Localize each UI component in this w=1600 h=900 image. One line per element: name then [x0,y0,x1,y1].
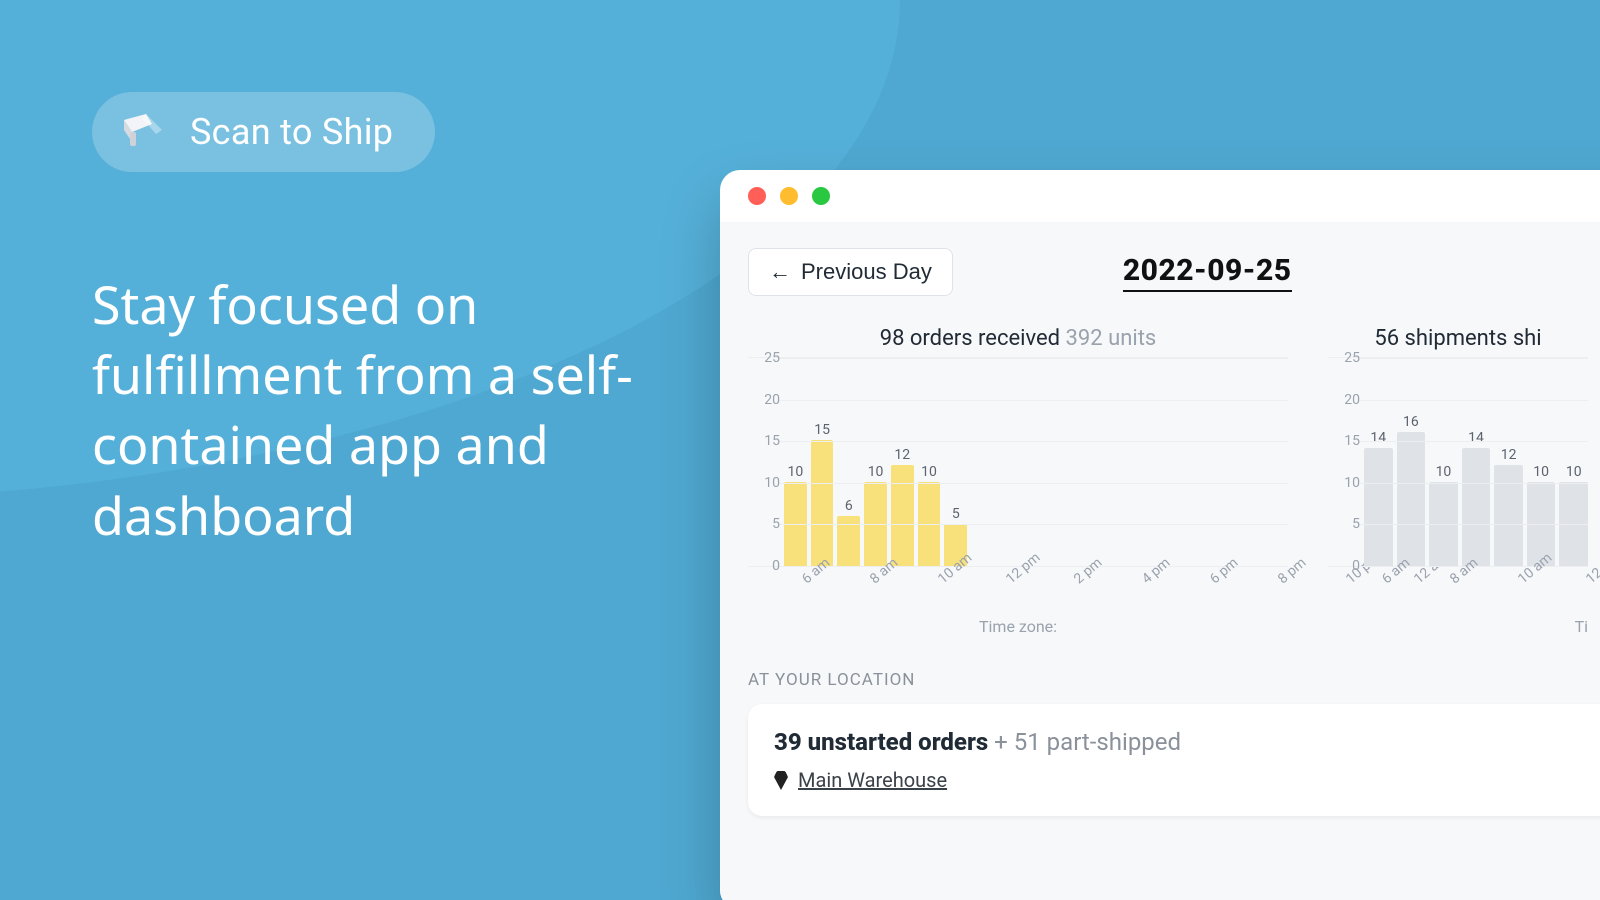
chart-bar: 16 [1397,414,1426,566]
chart-bar: 12 [1494,447,1523,566]
chart-bar: 14 [1462,430,1491,566]
marketing-headline: Stay focused on fulfillment from a self-… [92,270,652,551]
shipments-chart: 56 shipments shi 0510152025 141610141210… [1328,326,1588,636]
chart-bar: 15 [811,422,834,566]
chart-bar: 10 [918,464,941,566]
chart-bar: 12 [891,447,914,566]
chart-bar: 14 [1364,430,1393,566]
orders-chart-yaxis: 0510152025 [748,358,780,566]
close-icon[interactable] [748,187,766,205]
scanner-icon [118,110,162,154]
zoom-icon[interactable] [812,187,830,205]
chart-bar: 10 [784,464,807,566]
previous-day-button[interactable]: ← Previous Day [748,248,953,296]
shipments-chart-plot: 14161014121010 [1364,358,1588,566]
orders-chart-title: 98 orders received 392 units [748,326,1288,351]
unstarted-orders-line: 39 unstarted orders + 51 part-shipped [774,728,1600,756]
window-titlebar [720,170,1600,222]
location-card: 39 unstarted orders + 51 part-shipped Ma… [748,704,1600,816]
shipments-chart-title: 56 shipments shi [1328,326,1588,351]
orders-chart-xaxis: 6 am8 am10 am12 pm2 pm4 pm6 pm8 pm10 pm1… [784,567,1288,613]
previous-day-label: Previous Day [801,259,932,285]
current-date[interactable]: 2022-09-25 [1123,253,1292,292]
orders-chart: 98 orders received 392 units 0510152025 … [748,326,1288,636]
arrow-left-icon: ← [769,261,791,283]
chart-bar: 10 [864,464,887,566]
timezone-label: Time zone: [748,617,1288,636]
chart-bar: 10 [1429,464,1458,566]
location-pin-icon [774,770,788,790]
app-window: ← Previous Day 2022-09-25 98 orders rece… [720,170,1600,900]
shipments-chart-xaxis: 6 am8 am10 am12 pm [1364,567,1588,613]
at-your-location-label: AT YOUR LOCATION [720,636,1600,704]
orders-chart-plot: 101561012105 [784,358,1288,566]
chart-bar: 10 [1559,464,1588,566]
location-name[interactable]: Main Warehouse [798,768,947,792]
app-badge-label: Scan to Ship [190,111,393,153]
shipments-chart-yaxis: 0510152025 [1328,358,1360,566]
app-badge: Scan to Ship [92,92,435,172]
chart-bar: 6 [837,498,860,566]
timezone-label-short: Ti [1328,617,1588,636]
minimize-icon[interactable] [780,187,798,205]
chart-bar: 10 [1527,464,1556,566]
